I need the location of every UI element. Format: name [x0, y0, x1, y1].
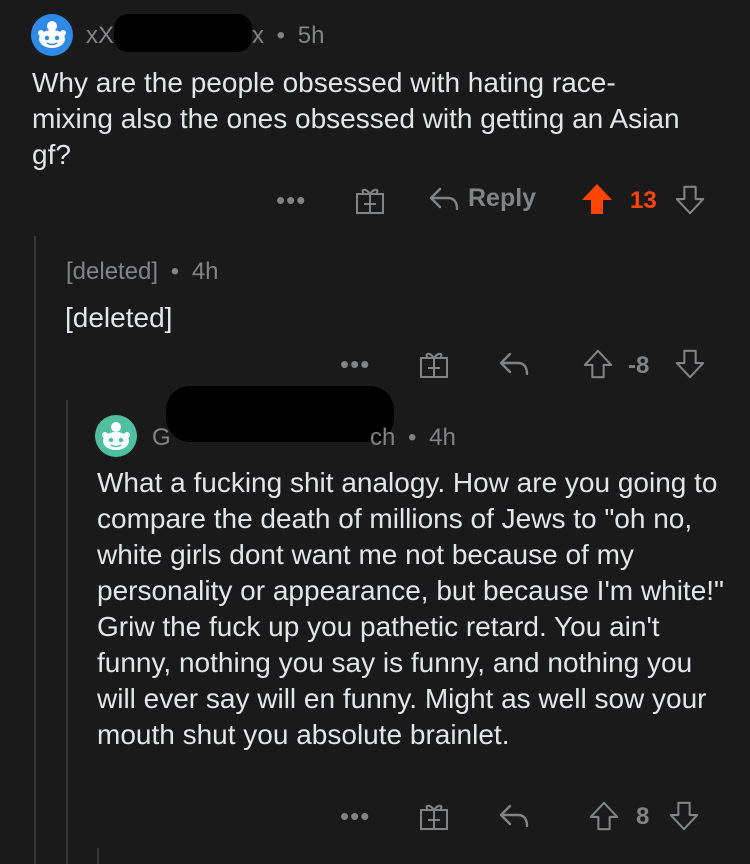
reply-button[interactable] [498, 802, 530, 830]
upvote-filled-icon [582, 184, 612, 214]
upvote-button[interactable] [580, 182, 614, 216]
score: 13 [630, 187, 657, 214]
downvote-button[interactable] [668, 800, 700, 832]
avatar[interactable] [95, 415, 137, 457]
reply-button[interactable]: Reply [428, 184, 536, 213]
score: -8 [628, 352, 650, 379]
username-tail[interactable]: ch [370, 424, 395, 451]
comment-body: Why are the people obsessed with hating … [32, 67, 680, 170]
downvote-icon [669, 801, 699, 831]
thread-line-level-2[interactable] [66, 400, 68, 864]
reply-button[interactable] [498, 350, 530, 378]
downvote-button[interactable] [674, 348, 706, 380]
award-gift-icon[interactable] [418, 348, 450, 380]
reddit-snoo-icon [95, 415, 137, 457]
username-tail[interactable]: x [252, 22, 264, 49]
downvote-icon [675, 349, 705, 379]
username-redaction [114, 14, 252, 52]
award-gift-icon[interactable] [354, 184, 386, 216]
username-redaction [166, 386, 394, 442]
downvote-icon [675, 185, 705, 215]
more-options-button[interactable]: ••• [340, 351, 370, 377]
comment-body: What a fucking shit analogy. How are you… [97, 467, 724, 750]
award-gift-icon[interactable] [418, 800, 450, 832]
separator-dot: • [276, 22, 286, 49]
upvote-icon [583, 349, 613, 379]
comment-age: 4h [429, 424, 456, 451]
comment-age: 4h [191, 258, 219, 285]
reply-arrow-icon [499, 804, 529, 828]
separator-dot: • [408, 424, 417, 451]
comment-actions: ••• [340, 796, 370, 836]
more-options-button[interactable]: ••• [276, 187, 306, 213]
thread-line-level-3[interactable] [97, 848, 99, 864]
comment-body: [deleted] [65, 302, 173, 333]
username[interactable]: xX [86, 22, 114, 49]
score: 8 [636, 803, 650, 830]
reply-arrow-icon [499, 352, 529, 376]
thread-line-level-1[interactable] [34, 236, 36, 864]
comment-age: 5h [297, 22, 325, 49]
reply-arrow-icon [428, 185, 460, 213]
username[interactable]: [deleted] [66, 258, 158, 285]
comment-actions: ••• [276, 180, 306, 220]
reply-label: Reply [468, 184, 537, 212]
comment-actions: ••• [340, 344, 370, 384]
upvote-button[interactable] [582, 348, 614, 380]
downvote-button[interactable] [674, 184, 706, 216]
avatar[interactable] [31, 14, 73, 56]
reddit-snoo-icon [31, 14, 73, 56]
upvote-icon [589, 801, 619, 831]
more-options-button[interactable]: ••• [340, 803, 370, 829]
upvote-button[interactable] [588, 800, 620, 832]
separator-dot: • [170, 258, 180, 285]
